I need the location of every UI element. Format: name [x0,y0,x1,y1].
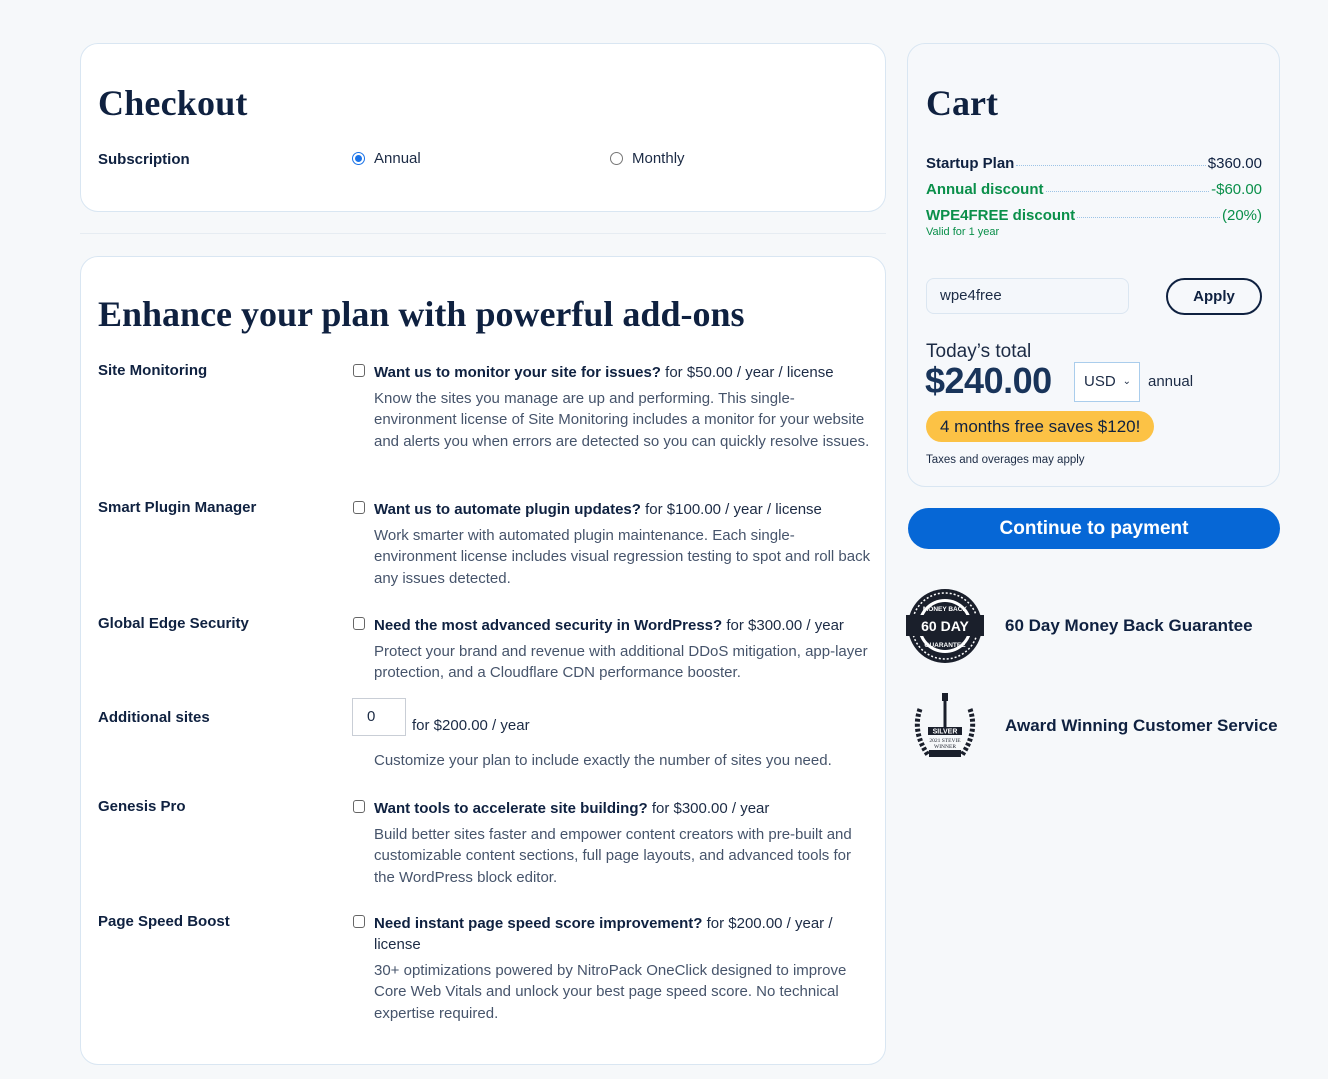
addon-price: for $50.00 / year / license [660,364,834,381]
cart-card: Cart Startup Plan $360.00 Annual discoun… [907,43,1280,487]
radio-monthly-label: Monthly [632,150,685,167]
money-back-badge: 60 DAY MONEY BACK GUARANTEE 60 Day Money… [906,587,1253,665]
cart-title: Cart [926,83,998,123]
money-back-guarantee-icon: 60 DAY MONEY BACK GUARANTEE [906,589,984,663]
addon-checkbox[interactable] [353,915,365,928]
addon-question: Need the most advanced security in WordP… [374,617,723,634]
award-badge: SILVER 2021 STEVIE WINNER Award Winning … [906,687,1278,765]
cart-line-label: WPE4FREE discount [926,207,1076,224]
addon-description: Work smarter with automated plugin maint… [374,527,871,587]
cart-line-label: Annual discount [926,181,1044,198]
continue-to-payment-button[interactable]: Continue to payment [908,508,1280,549]
billing-period: annual [1148,373,1194,390]
addon-name: Additional sites [98,709,210,726]
dotted-leader [1077,217,1220,218]
addon-name: Site Monitoring [98,362,208,379]
addon-name: Genesis Pro [98,798,186,815]
addon-headline: Want us to monitor your site for issues?… [374,362,874,383]
addons-card: Enhance your plan with powerful add-ons … [80,256,886,1065]
addon-description: 30+ optimizations powered by NitroPack O… [374,962,847,1022]
addon-description: Protect your brand and revenue with addi… [374,643,868,682]
badge-icon-text: SILVER [933,729,958,736]
cart-line-label: Startup Plan [926,155,1015,172]
addon-question: Need instant page speed score improvemen… [374,915,703,932]
subscription-label: Subscription [98,151,190,168]
taxes-note: Taxes and overages may apply [926,454,1085,466]
addon-checkbox[interactable] [353,617,365,630]
stevie-award-icon: SILVER 2021 STEVIE WINNER [914,693,976,757]
cart-line-plan: Startup Plan $360.00 [926,155,1262,172]
badge-label: 60 Day Money Back Guarantee [1005,616,1253,635]
section-divider [80,233,886,234]
addon-checkbox[interactable] [353,364,365,377]
page-title: Checkout [98,83,248,123]
radio-annual-label: Annual [374,150,421,167]
addon-description: Customize your plan to include exactly t… [374,752,832,769]
radio-selected-icon[interactable] [352,152,365,165]
badge-icon-text: WINNER [934,744,956,750]
addon-question: Want tools to accelerate site building? [374,800,648,817]
addon-checkbox[interactable] [353,501,365,514]
dotted-leader [1016,165,1206,166]
addon-description: Build better sites faster and empower co… [374,826,852,886]
addon-name: Global Edge Security [98,615,249,632]
addon-price: for $300.00 / year [722,617,844,634]
addon-price: for $300.00 / year [647,800,770,817]
checkout-card: Checkout Subscription Annual Monthly [80,43,886,212]
addon-headline: Need the most advanced security in WordP… [374,615,874,636]
badge-icon-text: 60 DAY [921,618,969,634]
addon-headline: Want tools to accelerate site building? … [374,798,874,819]
promo-code-input[interactable]: wpe4free [926,278,1129,314]
badge-icon-text: MONEY BACK [923,606,968,613]
addon-question: Want us to monitor your site for issues? [374,364,661,381]
cart-line-value: $360.00 [1207,155,1262,172]
badge-label: Award Winning Customer Service [1005,716,1278,735]
apply-promo-button[interactable]: Apply [1166,278,1262,315]
addon-name: Page Speed Boost [98,913,230,930]
radio-annual[interactable]: Annual [352,150,421,167]
currency-select[interactable]: USD ⌄ [1074,362,1140,402]
addons-title: Enhance your plan with powerful add-ons [98,294,745,334]
additional-sites-quantity-input[interactable]: 0 [352,698,406,736]
addon-description: Know the sites you manage are up and per… [374,390,870,450]
addon-question: Want us to automate plugin updates? [374,501,641,518]
chevron-down-icon: ⌄ [1122,376,1131,387]
addon-headline: Want us to automate plugin updates? for … [374,499,874,520]
dotted-leader [1045,191,1210,192]
cart-line-value: (20%) [1221,207,1262,224]
cart-line-annual-discount: Annual discount -$60.00 [926,181,1262,198]
radio-monthly[interactable]: Monthly [610,150,685,167]
currency-value: USD [1084,373,1116,390]
additional-sites-price: for $200.00 / year [412,717,530,734]
savings-badge: 4 months free saves $120! [926,411,1155,442]
cart-line-promo-discount: WPE4FREE discount (20%) [926,207,1262,224]
cart-line-value: -$60.00 [1211,181,1262,198]
addon-price: for $100.00 / year / license [640,501,822,518]
addon-name: Smart Plugin Manager [98,499,257,516]
badge-icon-text: GUARANTEE [924,642,966,649]
addon-headline: Need instant page speed score improvemen… [374,913,874,955]
discount-validity-note: Valid for 1 year [926,226,1000,238]
radio-unselected-icon[interactable] [610,152,623,165]
total-amount: $240.00 [925,360,1052,401]
addon-checkbox[interactable] [353,800,365,813]
